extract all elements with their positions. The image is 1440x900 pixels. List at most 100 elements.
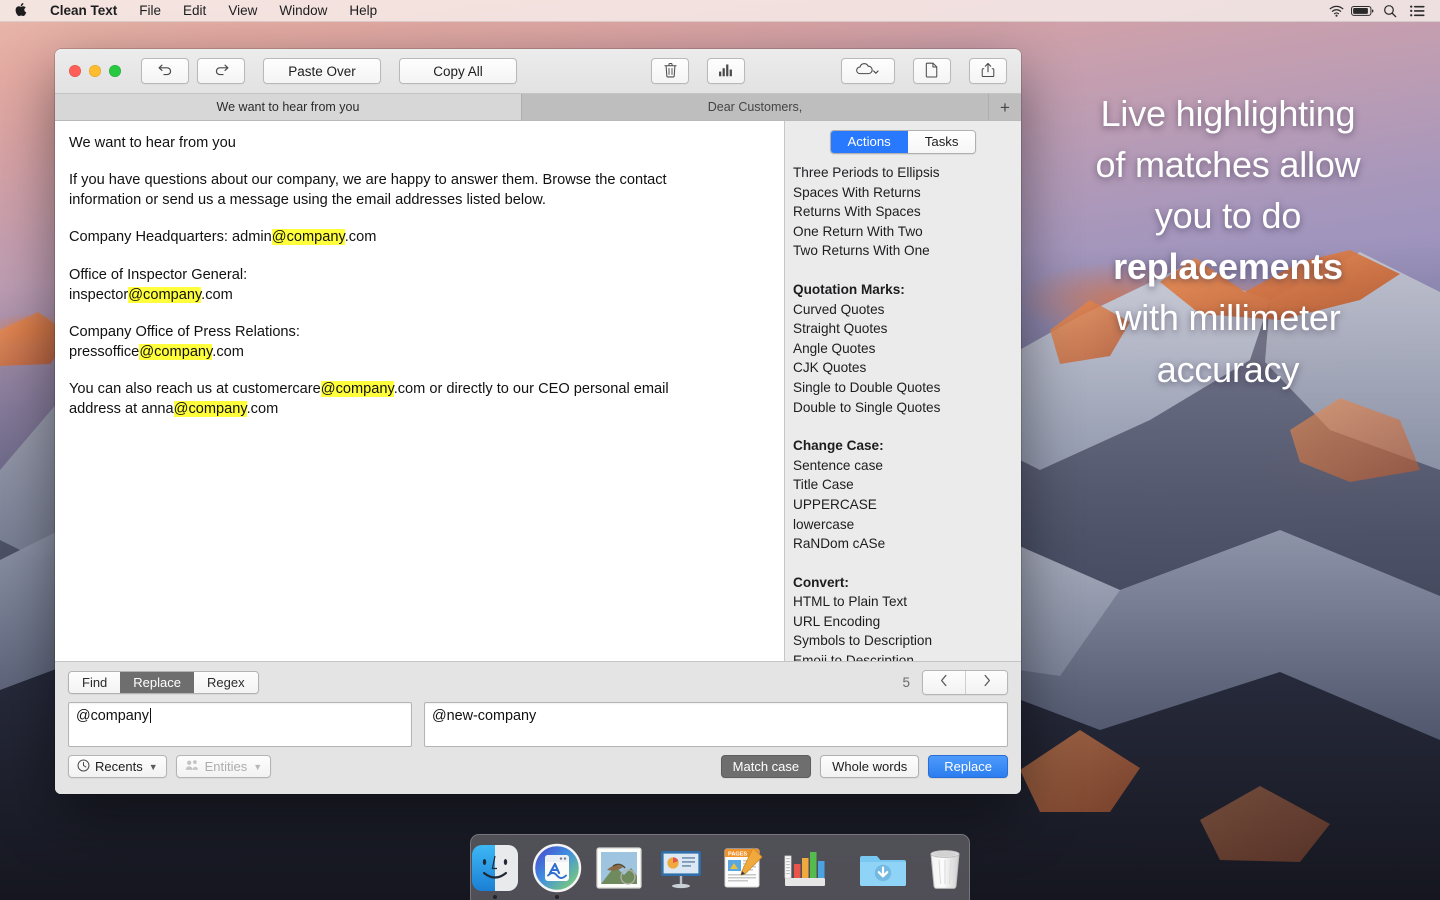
- chevron-down-icon: ▼: [253, 761, 263, 772]
- minimize-button[interactable]: [89, 65, 101, 77]
- promo-line-2: of matches allow: [1095, 144, 1361, 186]
- copy-all-button[interactable]: Copy All: [399, 58, 517, 84]
- bar-chart-icon: [718, 63, 735, 80]
- action-three-periods-to-ellipsis[interactable]: Three Periods to Ellipsis: [793, 163, 1021, 183]
- close-button[interactable]: [69, 65, 81, 77]
- editor-intro-paragraph: If you have questions about our company,…: [69, 170, 770, 210]
- replace-input-value: @new-company: [432, 708, 537, 724]
- action-lowercase[interactable]: lowercase: [793, 515, 1021, 535]
- delete-button[interactable]: [651, 58, 689, 84]
- find-replace-fields: @company @new-company: [68, 702, 1008, 747]
- match-case-toggle[interactable]: Match case: [720, 755, 812, 778]
- action-uppercase[interactable]: UPPERCASE: [793, 495, 1021, 515]
- action-sentence-case[interactable]: Sentence case: [793, 456, 1021, 476]
- next-match-button[interactable]: [965, 671, 1007, 694]
- action-title-case[interactable]: Title Case: [793, 475, 1021, 495]
- action-url-encoding[interactable]: URL Encoding: [793, 612, 1021, 632]
- group-header-change-case: Change Case:: [793, 438, 884, 454]
- promo-line-6: accuracy: [1156, 348, 1300, 390]
- find-mode-segmented-control: Find Replace Regex: [68, 671, 259, 694]
- editor-inspector-label: Office of Inspector General:: [69, 266, 248, 283]
- editor-inspector-prefix: inspector: [69, 286, 129, 303]
- redo-button[interactable]: [197, 58, 245, 84]
- replace-button[interactable]: Replace: [928, 755, 1008, 778]
- editor-hq-line: Company Headquarters: admin@company.com: [69, 227, 770, 247]
- mode-replace[interactable]: Replace: [120, 672, 194, 693]
- add-tab-button[interactable]: +: [989, 94, 1021, 120]
- recents-dropdown[interactable]: Recents ▼: [68, 755, 167, 778]
- replace-input[interactable]: @new-company: [424, 702, 1008, 747]
- tab-tasks[interactable]: Tasks: [907, 131, 976, 153]
- action-emoji-to-description[interactable]: Emoji to Description: [793, 651, 1021, 661]
- control-center-icon[interactable]: [1405, 0, 1429, 22]
- tab-we-want-to-hear-from-you[interactable]: We want to hear from you: [55, 94, 522, 120]
- menu-help[interactable]: Help: [338, 0, 388, 22]
- action-returns-with-spaces[interactable]: Returns With Spaces: [793, 202, 1021, 222]
- editor-hq-prefix: Company Headquarters: admin: [69, 229, 272, 246]
- window-toolbar: Paste Over Copy All: [55, 49, 1021, 94]
- paste-over-button[interactable]: Paste Over: [263, 58, 381, 84]
- menu-window[interactable]: Window: [268, 0, 338, 22]
- action-cjk-quotes[interactable]: CJK Quotes: [793, 358, 1021, 378]
- running-indicator: [493, 895, 497, 899]
- entities-dropdown[interactable]: Entities ▼: [175, 755, 272, 778]
- find-mode-row: Find Replace Regex 5: [68, 670, 1008, 695]
- dock-item-finder[interactable]: [469, 842, 521, 899]
- dock-item-trash[interactable]: [919, 842, 971, 894]
- dock-item-keynote[interactable]: [655, 842, 707, 894]
- actions-panel: Actions Tasks Three Periods to Ellipsis …: [784, 121, 1021, 661]
- action-angle-quotes[interactable]: Angle Quotes: [793, 339, 1021, 359]
- action-random-case[interactable]: RaNDom cASe: [793, 534, 1021, 554]
- match-highlight: @company: [271, 229, 345, 246]
- action-html-to-plain-text[interactable]: HTML to Plain Text: [793, 592, 1021, 612]
- mode-regex[interactable]: Regex: [194, 672, 258, 693]
- dock-item-pages[interactable]: PAGES: [717, 842, 769, 894]
- dock-item-downloads[interactable]: [857, 842, 909, 894]
- menu-view[interactable]: View: [217, 0, 268, 22]
- action-one-return-with-two[interactable]: One Return With Two: [793, 222, 1021, 242]
- wifi-icon[interactable]: [1324, 0, 1348, 22]
- share-button[interactable]: [969, 58, 1007, 84]
- battery-icon[interactable]: [1351, 0, 1375, 22]
- new-document-button[interactable]: [913, 58, 951, 84]
- dock-item-clean-text[interactable]: [531, 842, 583, 899]
- dock-item-mail[interactable]: [593, 842, 645, 894]
- promo-line-5: with millimeter: [1115, 297, 1341, 339]
- action-spaces-with-returns[interactable]: Spaces With Returns: [793, 183, 1021, 203]
- cloud-dropdown-icon: [854, 62, 882, 80]
- dock-item-numbers[interactable]: [779, 842, 831, 894]
- match-highlight: @company: [320, 381, 394, 397]
- group-header-quotation-marks: Quotation Marks:: [793, 281, 905, 297]
- menu-file[interactable]: File: [128, 0, 172, 22]
- action-curved-quotes[interactable]: Curved Quotes: [793, 300, 1021, 320]
- promo-line-1: Live highlighting: [1100, 93, 1356, 134]
- undo-button[interactable]: [141, 58, 189, 84]
- cloud-button[interactable]: [841, 58, 895, 84]
- editor-reach-block: You can also reach us at customercare@co…: [69, 379, 770, 419]
- text-editor[interactable]: We want to hear from you If you have que…: [55, 121, 784, 661]
- action-two-returns-with-one[interactable]: Two Returns With One: [793, 241, 1021, 261]
- zoom-button[interactable]: [109, 65, 121, 77]
- action-symbols-to-description[interactable]: Symbols to Description: [793, 631, 1021, 651]
- chevron-right-icon: [983, 674, 991, 692]
- spotlight-search-icon[interactable]: [1378, 0, 1402, 22]
- svg-text:PAGES: PAGES: [728, 852, 747, 858]
- promo-line-4-bold: replacements: [1113, 246, 1343, 288]
- document-tab-bar: We want to hear from you Dear Customers,…: [55, 94, 1021, 121]
- apple-logo-icon[interactable]: [0, 2, 39, 20]
- menu-edit[interactable]: Edit: [172, 0, 217, 22]
- tab-actions[interactable]: Actions: [830, 131, 908, 153]
- match-highlight: @company: [139, 343, 213, 360]
- match-highlight: @company: [128, 286, 202, 303]
- previous-match-button[interactable]: [923, 671, 965, 694]
- tab-dear-customers[interactable]: Dear Customers,: [522, 94, 989, 120]
- whole-words-toggle[interactable]: Whole words: [820, 755, 920, 778]
- action-double-to-single-quotes[interactable]: Double to Single Quotes: [793, 398, 1021, 418]
- menu-app-name[interactable]: Clean Text: [39, 0, 128, 22]
- action-straight-quotes[interactable]: Straight Quotes: [793, 319, 1021, 339]
- statistics-button[interactable]: [707, 58, 745, 84]
- mode-find[interactable]: Find: [69, 672, 121, 693]
- action-single-to-double-quotes[interactable]: Single to Double Quotes: [793, 378, 1021, 398]
- find-input[interactable]: @company: [68, 702, 412, 747]
